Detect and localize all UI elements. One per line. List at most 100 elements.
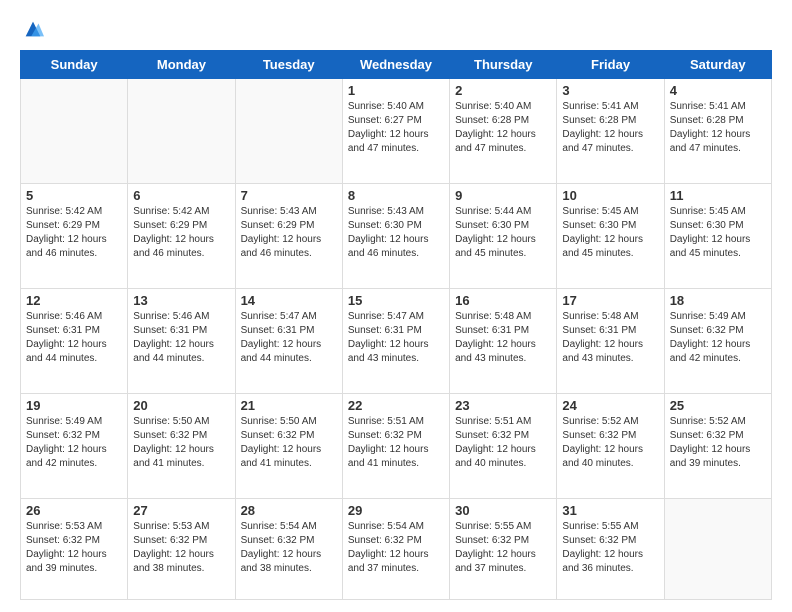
- day-number: 6: [133, 188, 229, 203]
- calendar-cell: 16 Sunrise: 5:48 AM Sunset: 6:31 PM Dayli…: [450, 288, 557, 393]
- day-number: 19: [26, 398, 122, 413]
- day-info: Sunrise: 5:51 AM Sunset: 6:32 PM Dayligh…: [348, 416, 429, 469]
- day-info: Sunrise: 5:47 AM Sunset: 6:31 PM Dayligh…: [348, 311, 429, 364]
- calendar-cell: 13 Sunrise: 5:46 AM Sunset: 6:31 PM Dayli…: [128, 288, 235, 393]
- calendar-cell: 31 Sunrise: 5:55 AM Sunset: 6:32 PM Dayli…: [557, 498, 664, 599]
- day-info: Sunrise: 5:42 AM Sunset: 6:29 PM Dayligh…: [133, 206, 214, 259]
- day-number: 30: [455, 503, 551, 518]
- day-number: 14: [241, 293, 337, 308]
- calendar-cell: 30 Sunrise: 5:55 AM Sunset: 6:32 PM Dayli…: [450, 498, 557, 599]
- days-of-week-row: SundayMondayTuesdayWednesdayThursdayFrid…: [21, 51, 772, 79]
- calendar-cell: 14Sunrise: 5:47 AM Sunset: 6:31 PM Dayli…: [235, 288, 342, 393]
- calendar-cell: 28Sunrise: 5:54 AM Sunset: 6:32 PM Dayli…: [235, 498, 342, 599]
- day-info: Sunrise: 5:55 AM Sunset: 6:32 PM Dayligh…: [455, 521, 536, 574]
- day-number: 9: [455, 188, 551, 203]
- dow-header-saturday: Saturday: [664, 51, 771, 79]
- calendar-cell: 2 Sunrise: 5:40 AM Sunset: 6:28 PM Daylig…: [450, 79, 557, 184]
- calendar-cell: 5 Sunrise: 5:42 AM Sunset: 6:29 PM Daylig…: [21, 183, 128, 288]
- day-info: Sunrise: 5:51 AM Sunset: 6:32 PM Dayligh…: [455, 416, 536, 469]
- calendar-cell: [235, 79, 342, 184]
- day-info: Sunrise: 5:55 AM Sunset: 6:32 PM Dayligh…: [562, 521, 643, 574]
- logo-icon: [22, 18, 44, 40]
- calendar-cell: 17 Sunrise: 5:48 AM Sunset: 6:31 PM Dayli…: [557, 288, 664, 393]
- day-info: Sunrise: 5:42 AM Sunset: 6:29 PM Dayligh…: [26, 206, 107, 259]
- day-number: 22: [348, 398, 444, 413]
- day-info: Sunrise: 5:48 AM Sunset: 6:31 PM Dayligh…: [455, 311, 536, 364]
- calendar-body: 1Sunrise: 5:40 AM Sunset: 6:27 PM Daylig…: [21, 79, 772, 600]
- week-row-4: 19Sunrise: 5:49 AM Sunset: 6:32 PM Dayli…: [21, 393, 772, 498]
- calendar-cell: 6 Sunrise: 5:42 AM Sunset: 6:29 PM Daylig…: [128, 183, 235, 288]
- logo: [20, 18, 44, 40]
- week-row-5: 26 Sunrise: 5:53 AM Sunset: 6:32 PM Dayli…: [21, 498, 772, 599]
- calendar-cell: 10 Sunrise: 5:45 AM Sunset: 6:30 PM Dayli…: [557, 183, 664, 288]
- day-number: 16: [455, 293, 551, 308]
- header: [20, 18, 772, 40]
- calendar-cell: 22 Sunrise: 5:51 AM Sunset: 6:32 PM Dayli…: [342, 393, 449, 498]
- calendar-cell: 9 Sunrise: 5:44 AM Sunset: 6:30 PM Daylig…: [450, 183, 557, 288]
- day-number: 4: [670, 83, 766, 98]
- day-info: Sunrise: 5:48 AM Sunset: 6:31 PM Dayligh…: [562, 311, 643, 364]
- day-number: 28: [241, 503, 337, 518]
- day-number: 25: [670, 398, 766, 413]
- day-number: 15: [348, 293, 444, 308]
- day-number: 31: [562, 503, 658, 518]
- dow-header-monday: Monday: [128, 51, 235, 79]
- calendar-cell: 8 Sunrise: 5:43 AM Sunset: 6:30 PM Daylig…: [342, 183, 449, 288]
- calendar-cell: 11 Sunrise: 5:45 AM Sunset: 6:30 PM Dayli…: [664, 183, 771, 288]
- day-number: 23: [455, 398, 551, 413]
- day-number: 10: [562, 188, 658, 203]
- calendar-cell: 18Sunrise: 5:49 AM Sunset: 6:32 PM Dayli…: [664, 288, 771, 393]
- day-info: Sunrise: 5:46 AM Sunset: 6:31 PM Dayligh…: [26, 311, 107, 364]
- day-info: Sunrise: 5:45 AM Sunset: 6:30 PM Dayligh…: [562, 206, 643, 259]
- day-number: 17: [562, 293, 658, 308]
- page: SundayMondayTuesdayWednesdayThursdayFrid…: [0, 0, 792, 612]
- day-number: 3: [562, 83, 658, 98]
- day-info: Sunrise: 5:45 AM Sunset: 6:30 PM Dayligh…: [670, 206, 751, 259]
- calendar-cell: 3 Sunrise: 5:41 AM Sunset: 6:28 PM Daylig…: [557, 79, 664, 184]
- calendar-cell: 1Sunrise: 5:40 AM Sunset: 6:27 PM Daylig…: [342, 79, 449, 184]
- dow-header-sunday: Sunday: [21, 51, 128, 79]
- calendar-cell: 12 Sunrise: 5:46 AM Sunset: 6:31 PM Dayli…: [21, 288, 128, 393]
- day-info: Sunrise: 5:43 AM Sunset: 6:30 PM Dayligh…: [348, 206, 429, 259]
- week-row-2: 5 Sunrise: 5:42 AM Sunset: 6:29 PM Daylig…: [21, 183, 772, 288]
- day-info: Sunrise: 5:53 AM Sunset: 6:32 PM Dayligh…: [26, 521, 107, 574]
- day-info: Sunrise: 5:52 AM Sunset: 6:32 PM Dayligh…: [670, 416, 751, 469]
- day-info: Sunrise: 5:40 AM Sunset: 6:27 PM Dayligh…: [348, 101, 429, 154]
- dow-header-thursday: Thursday: [450, 51, 557, 79]
- day-info: Sunrise: 5:46 AM Sunset: 6:31 PM Dayligh…: [133, 311, 214, 364]
- day-number: 12: [26, 293, 122, 308]
- day-info: Sunrise: 5:43 AM Sunset: 6:29 PM Dayligh…: [241, 206, 322, 259]
- day-info: Sunrise: 5:44 AM Sunset: 6:30 PM Dayligh…: [455, 206, 536, 259]
- dow-header-wednesday: Wednesday: [342, 51, 449, 79]
- calendar-cell: 19Sunrise: 5:49 AM Sunset: 6:32 PM Dayli…: [21, 393, 128, 498]
- calendar-cell: 29Sunrise: 5:54 AM Sunset: 6:32 PM Dayli…: [342, 498, 449, 599]
- day-info: Sunrise: 5:50 AM Sunset: 6:32 PM Dayligh…: [241, 416, 322, 469]
- day-number: 18: [670, 293, 766, 308]
- day-info: Sunrise: 5:41 AM Sunset: 6:28 PM Dayligh…: [562, 101, 643, 154]
- calendar-cell: 23 Sunrise: 5:51 AM Sunset: 6:32 PM Dayli…: [450, 393, 557, 498]
- calendar-cell: 24Sunrise: 5:52 AM Sunset: 6:32 PM Dayli…: [557, 393, 664, 498]
- calendar-cell: [128, 79, 235, 184]
- day-number: 8: [348, 188, 444, 203]
- calendar-cell: 7Sunrise: 5:43 AM Sunset: 6:29 PM Daylig…: [235, 183, 342, 288]
- day-number: 26: [26, 503, 122, 518]
- week-row-3: 12 Sunrise: 5:46 AM Sunset: 6:31 PM Dayli…: [21, 288, 772, 393]
- calendar-cell: 21Sunrise: 5:50 AM Sunset: 6:32 PM Dayli…: [235, 393, 342, 498]
- day-info: Sunrise: 5:54 AM Sunset: 6:32 PM Dayligh…: [348, 521, 429, 574]
- dow-header-tuesday: Tuesday: [235, 51, 342, 79]
- day-number: 24: [562, 398, 658, 413]
- day-number: 2: [455, 83, 551, 98]
- dow-header-friday: Friday: [557, 51, 664, 79]
- day-number: 13: [133, 293, 229, 308]
- calendar-table: SundayMondayTuesdayWednesdayThursdayFrid…: [20, 50, 772, 600]
- day-number: 20: [133, 398, 229, 413]
- calendar-cell: 25 Sunrise: 5:52 AM Sunset: 6:32 PM Dayli…: [664, 393, 771, 498]
- day-info: Sunrise: 5:40 AM Sunset: 6:28 PM Dayligh…: [455, 101, 536, 154]
- day-number: 11: [670, 188, 766, 203]
- calendar-cell: [664, 498, 771, 599]
- day-info: Sunrise: 5:41 AM Sunset: 6:28 PM Dayligh…: [670, 101, 751, 154]
- day-info: Sunrise: 5:50 AM Sunset: 6:32 PM Dayligh…: [133, 416, 214, 469]
- day-number: 5: [26, 188, 122, 203]
- calendar-cell: [21, 79, 128, 184]
- calendar-cell: 4 Sunrise: 5:41 AM Sunset: 6:28 PM Daylig…: [664, 79, 771, 184]
